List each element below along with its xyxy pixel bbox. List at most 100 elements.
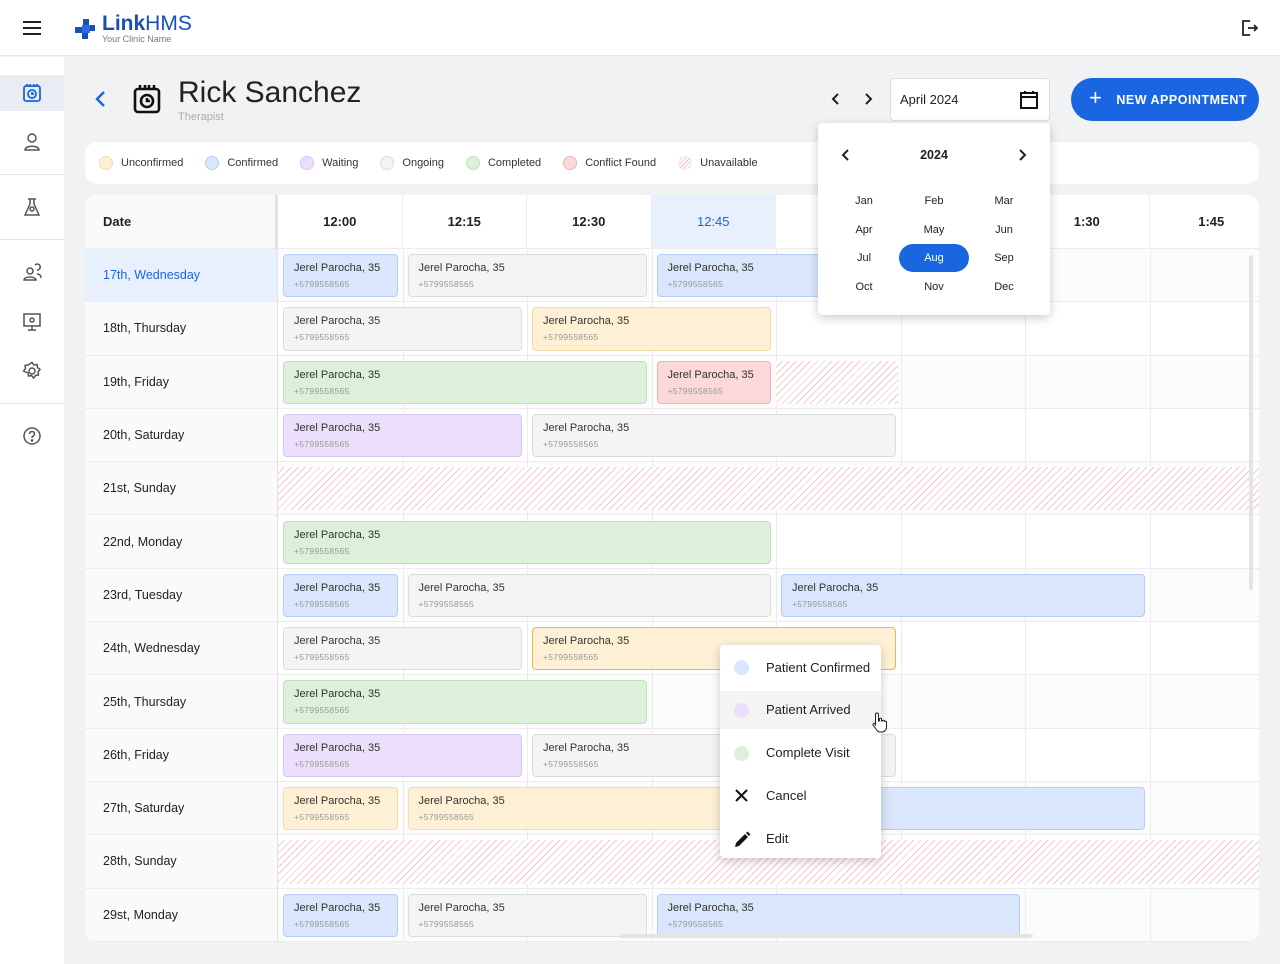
menu-item[interactable]: Edit: [720, 819, 881, 857]
menu-item[interactable]: Cancel: [720, 776, 881, 814]
close-icon: [734, 788, 749, 803]
patient-phone: +5799558565: [543, 438, 599, 449]
status-dot-icon: [734, 660, 749, 675]
month-option[interactable]: Jan: [829, 187, 899, 215]
time-header[interactable]: 12:00: [278, 195, 403, 249]
menu-item[interactable]: Complete Visit: [720, 734, 881, 772]
sidebar-item-staff[interactable]: [0, 254, 64, 290]
month-option[interactable]: Oct: [829, 273, 899, 301]
patient-phone: +5799558565: [294, 918, 350, 929]
legend-label: Waiting: [322, 157, 359, 169]
appointment-card[interactable]: Jerel Parocha, 35 +5799558565: [656, 360, 771, 404]
date-cell: 21st, Sunday: [85, 462, 277, 516]
month-option[interactable]: Jul: [829, 244, 899, 272]
appointment-card[interactable]: Jerel Parocha, 35 +5799558565: [283, 360, 647, 404]
sidebar-item-help[interactable]: [0, 418, 64, 454]
vertical-scrollbar[interactable]: [1249, 255, 1253, 590]
legend-swatch: [563, 156, 578, 170]
monitor-icon: [23, 313, 41, 331]
month-option[interactable]: Apr: [829, 216, 899, 244]
sidebar-item-settings[interactable]: [0, 353, 64, 389]
legend-swatch: [300, 156, 315, 170]
legend-label: Unconfirmed: [121, 157, 184, 169]
appointment-card[interactable]: Jerel Parocha, 35 +5799558565: [283, 787, 398, 831]
appointment-card[interactable]: Jerel Parocha, 35 +5799558565: [532, 413, 896, 458]
month-option[interactable]: Feb: [899, 187, 969, 215]
next-year-icon[interactable]: [1016, 148, 1028, 162]
appointment-card[interactable]: Jerel Parocha, 35 +5799558565: [656, 893, 1020, 937]
appointment-card[interactable]: Jerel Parocha, 35 +5799558565: [407, 787, 771, 831]
appointment-card[interactable]: Jerel Parocha, 35 +5799558565: [532, 307, 771, 351]
appointment-card[interactable]: Jerel Parocha, 35 +5799558565: [283, 627, 522, 671]
legend-swatch: [99, 156, 113, 170]
menu-icon[interactable]: [23, 21, 41, 35]
appointment-card[interactable]: Jerel Parocha, 35 +5799558565: [781, 573, 1145, 618]
patient-phone: +5799558565: [667, 385, 724, 396]
appointment-card[interactable]: Jerel Parocha, 35 +5799558565: [407, 893, 647, 937]
users-group-icon: [23, 263, 42, 281]
patient-name: Jerel Parocha, 35: [294, 795, 381, 807]
patient-phone: +5799558565: [294, 652, 350, 663]
unavailable-slot: [278, 467, 1259, 511]
patient-name: Jerel Parocha, 35: [294, 421, 381, 434]
calendar-icon[interactable]: [1019, 90, 1039, 110]
logo[interactable]: LinkHMS Your Clinic Name: [73, 12, 192, 44]
appointment-card[interactable]: Jerel Parocha, 35 +5799558565: [283, 733, 522, 777]
sidebar-item-monitor[interactable]: [0, 304, 64, 340]
prev-month-icon[interactable]: [830, 92, 842, 106]
sidebar-item-patients[interactable]: [0, 124, 64, 160]
patient-phone: +5799558565: [294, 332, 350, 343]
date-cell: 17th, Wednesday: [85, 249, 277, 303]
time-header[interactable]: 12:15: [402, 195, 527, 249]
page-subtitle: Therapist: [178, 111, 224, 123]
appointment-card[interactable]: Jerel Parocha, 35 +5799558565: [407, 254, 647, 298]
patient-name: Jerel Parocha, 35: [294, 688, 381, 701]
time-header[interactable]: 12:30: [527, 195, 652, 249]
menu-item-label: Patient Confirmed: [766, 659, 871, 675]
user-icon: [24, 133, 40, 151]
appointment-card[interactable]: Jerel Parocha, 35 +5799558565: [283, 520, 771, 564]
back-icon[interactable]: [94, 90, 108, 108]
date-cell: 19th, Friday: [85, 355, 277, 409]
legend-swatch: [678, 156, 693, 170]
month-field[interactable]: April 2024: [890, 78, 1050, 121]
patient-name: Jerel Parocha, 35: [792, 581, 879, 594]
date-cell: 27th, Saturday: [85, 782, 277, 836]
month-option[interactable]: Mar: [969, 187, 1039, 215]
legend-item: Completed: [465, 156, 541, 170]
appointment-card[interactable]: Jerel Parocha, 35 +5799558565: [407, 573, 771, 618]
patient-name: Jerel Parocha, 35: [294, 581, 381, 594]
appointment-card[interactable]: Jerel Parocha, 35 +5799558565: [283, 413, 522, 458]
date-cell: 22nd, Monday: [85, 515, 277, 569]
patient-name: Jerel Parocha, 35: [667, 901, 754, 914]
appointment-card[interactable]: Jerel Parocha, 35 +5799558565: [283, 680, 647, 724]
month-option[interactable]: Aug: [899, 244, 969, 272]
month-option[interactable]: Sep: [969, 244, 1039, 272]
appointment-card[interactable]: Jerel Parocha, 35 +5799558565: [283, 573, 398, 618]
time-header[interactable]: 1:45: [1149, 195, 1259, 249]
menu-item[interactable]: Patient Confirmed: [720, 648, 881, 686]
month-option[interactable]: Dec: [969, 273, 1039, 301]
month-option[interactable]: May: [899, 216, 969, 244]
lab-flask-icon: [23, 198, 41, 216]
horizontal-scrollbar[interactable]: [620, 934, 1033, 938]
new-appointment-button[interactable]: + NEW APPOINTMENT: [1071, 78, 1259, 121]
appointment-card[interactable]: Jerel Parocha, 35 +5799558565: [283, 893, 398, 937]
month-option[interactable]: Jun: [969, 216, 1039, 244]
appointment-card[interactable]: Jerel Parocha, 35 +5799558565: [283, 254, 398, 298]
time-header[interactable]: 12:45: [651, 195, 776, 249]
logout-icon[interactable]: [1240, 19, 1258, 37]
date-cell: 26th, Friday: [85, 728, 277, 782]
next-month-icon[interactable]: [862, 92, 874, 106]
appointment-card[interactable]: Jerel Parocha, 35 +5799558565: [283, 307, 522, 351]
brand-name: Link: [102, 12, 146, 35]
sidebar: [0, 57, 64, 964]
legend-label: Unavailable: [700, 157, 758, 169]
menu-item[interactable]: Patient Arrived: [720, 690, 881, 729]
patient-name: Jerel Parocha, 35: [543, 421, 630, 434]
month-option[interactable]: Nov: [899, 273, 969, 301]
status-legend: Unconfirmed Confirmed Waiting Ongoing Comple…: [85, 142, 1259, 184]
schedule-grid: Date 12:00 12:15 12:30 12:45 1:30 1:45 17th, We…: [85, 195, 1259, 942]
sidebar-item-lab[interactable]: [0, 189, 64, 225]
sidebar-item-calendar[interactable]: [0, 75, 64, 111]
